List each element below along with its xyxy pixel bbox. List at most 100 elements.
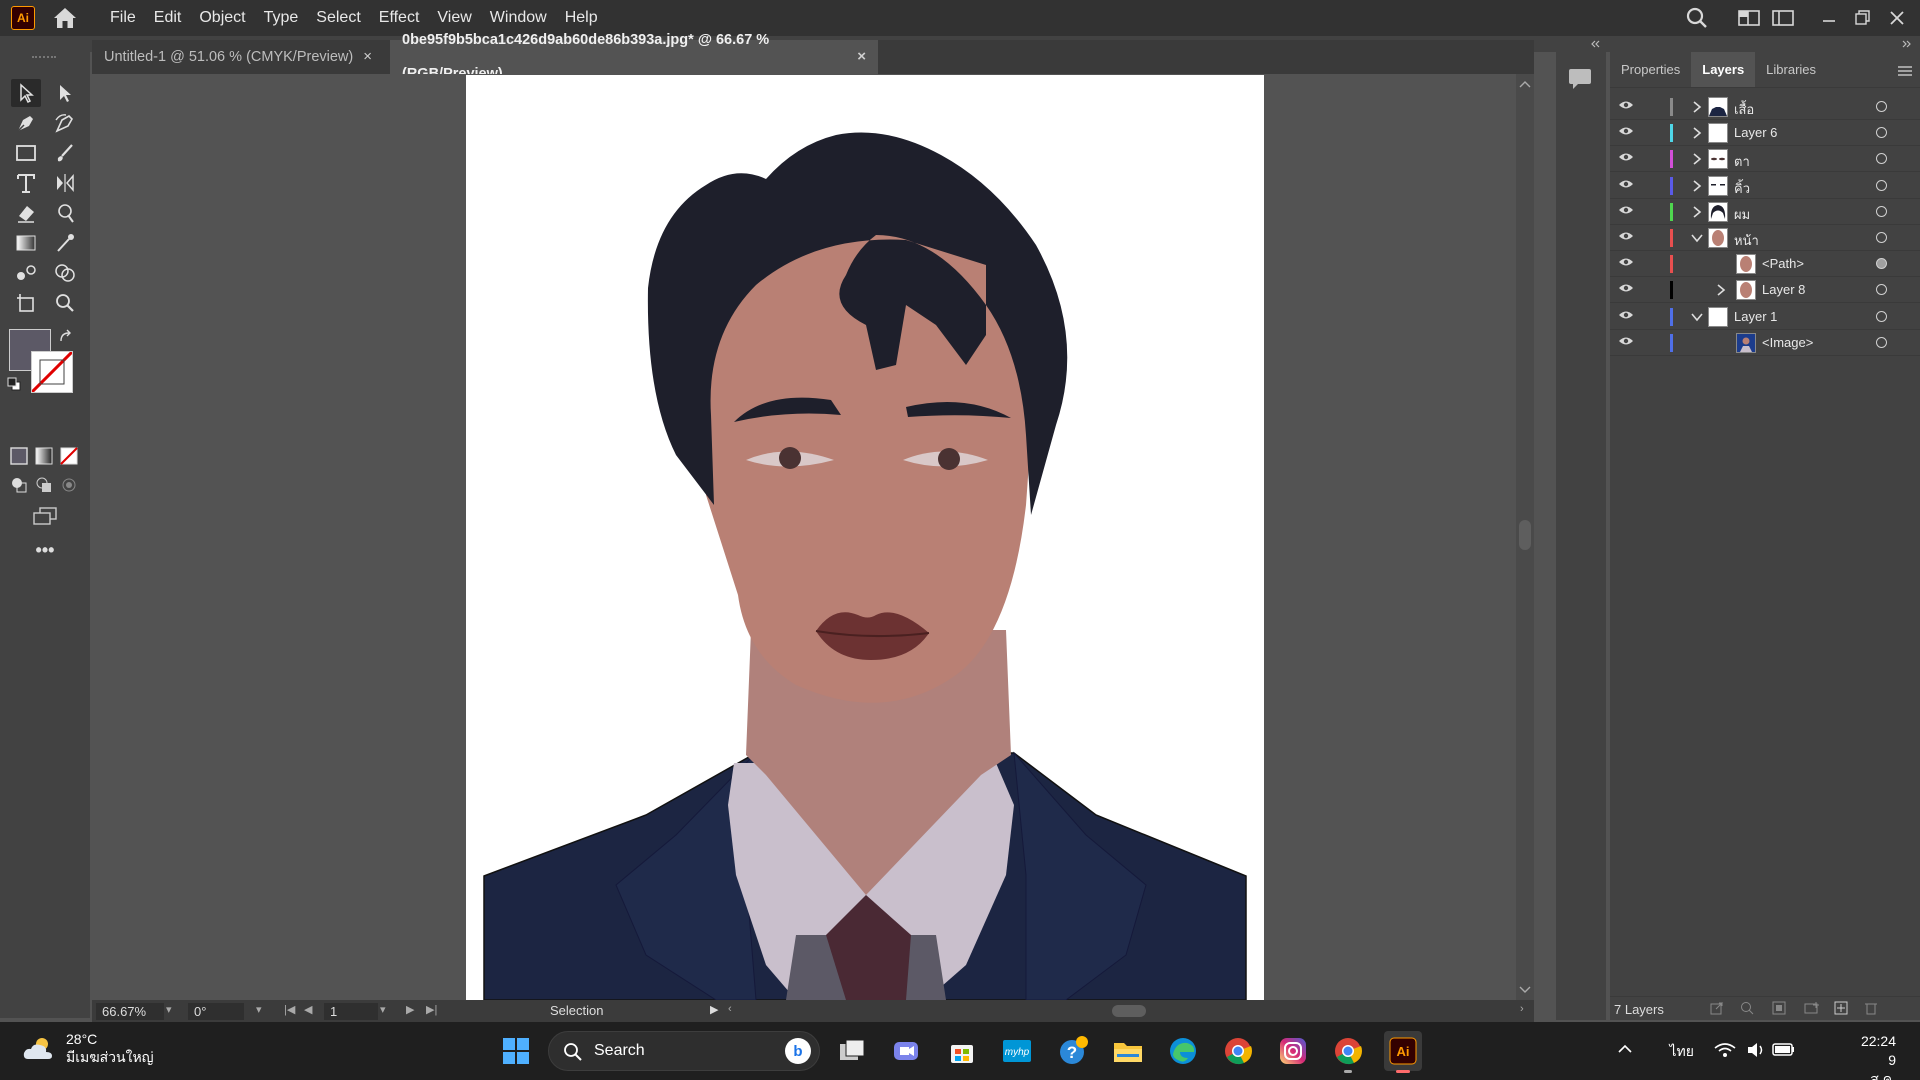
menu-select[interactable]: Select [307, 0, 369, 36]
swap-fill-stroke-icon[interactable] [56, 327, 76, 347]
tab-untitled-1[interactable]: Untitled-1 @ 51.06 % (CMYK/Preview) × [92, 40, 390, 74]
gradient-tool-icon[interactable] [11, 229, 41, 257]
rectangle-tool-icon[interactable] [11, 139, 41, 167]
volume-icon[interactable] [1746, 1041, 1766, 1059]
panel-menu-icon[interactable] [1898, 64, 1912, 81]
bing-icon[interactable]: b [785, 1038, 811, 1064]
layer-row[interactable]: Layer 8 [1610, 277, 1920, 304]
weather-widget[interactable]: 28°C มีเมฆส่วนใหญ่ [22, 1030, 154, 1066]
visibility-eye-icon[interactable] [1618, 309, 1634, 324]
last-artboard-icon[interactable]: ▶| [426, 1003, 437, 1016]
scroll-left-icon[interactable]: ‹ [728, 1003, 732, 1015]
layer-row[interactable]: <Image> [1610, 330, 1920, 356]
search-icon[interactable] [1680, 0, 1714, 36]
visibility-eye-icon[interactable] [1618, 151, 1634, 166]
tab-libraries[interactable]: Libraries [1755, 52, 1827, 87]
new-sublayer-icon[interactable] [1804, 1001, 1820, 1018]
chevron-right-icon[interactable] [1690, 152, 1704, 166]
layer-row[interactable]: Layer 6 [1610, 120, 1920, 147]
previous-artboard-icon[interactable]: ◀ [304, 1003, 312, 1016]
tab-active-document[interactable]: 0be95f9b5bca1c426d9ab60de86b393a.jpg* @ … [390, 32, 878, 82]
screen-mode-icon[interactable] [29, 504, 61, 530]
scroll-down-icon[interactable] [1519, 986, 1531, 994]
artboard-number-field[interactable]: 1 [324, 1003, 378, 1020]
selection-tool-icon[interactable] [11, 79, 41, 107]
layer-row[interactable]: ผม [1610, 199, 1920, 225]
menu-type[interactable]: Type [255, 0, 308, 36]
chevron-right-icon[interactable] [1690, 179, 1704, 193]
edge-browser-icon[interactable] [1167, 1035, 1199, 1067]
shape-builder-tool-icon[interactable] [50, 259, 80, 287]
reflect-tool-icon[interactable] [50, 169, 80, 197]
chevron-right-icon[interactable] [1690, 126, 1704, 140]
scrollbar-thumb[interactable] [1519, 520, 1531, 550]
restore-icon[interactable] [1846, 0, 1880, 36]
visibility-eye-icon[interactable] [1618, 230, 1634, 245]
horizontal-scrollbar-thumb[interactable] [1112, 1005, 1146, 1017]
menu-edit[interactable]: Edit [145, 0, 191, 36]
chevron-right-icon[interactable] [1690, 205, 1704, 219]
chevron-down-icon[interactable] [1690, 231, 1704, 245]
tab-layers[interactable]: Layers [1691, 52, 1756, 87]
zoom-dropdown-icon[interactable]: ▾ [166, 1003, 172, 1016]
paintbrush-tool-icon[interactable] [50, 139, 80, 167]
chevron-right-icon[interactable] [1714, 283, 1728, 297]
target-circle-icon[interactable] [1876, 127, 1887, 139]
draw-normal-icon[interactable] [6, 472, 32, 498]
zoom-field[interactable]: 66.67% [96, 1003, 164, 1020]
zoom-tool-icon[interactable] [50, 289, 80, 317]
status-menu-icon[interactable]: ▶ [710, 1003, 718, 1016]
visibility-eye-icon[interactable] [1618, 178, 1634, 193]
layer-row[interactable]: Layer 1 [1610, 304, 1920, 330]
chrome-profile-icon[interactable] [1332, 1035, 1364, 1073]
default-fill-stroke-icon[interactable] [4, 374, 24, 394]
puppet-warp-tool-icon[interactable] [50, 199, 80, 227]
none-mode-icon[interactable] [56, 443, 82, 469]
gradient-mode-icon[interactable] [31, 443, 57, 469]
close-tab-icon[interactable]: × [857, 40, 866, 74]
target-circle-icon[interactable] [1876, 101, 1887, 112]
target-circle-icon[interactable] [1876, 310, 1887, 322]
vertical-scrollbar[interactable] [1516, 74, 1534, 1000]
visibility-eye-icon[interactable] [1618, 282, 1634, 297]
instagram-icon[interactable] [1277, 1035, 1309, 1067]
clipping-mask-icon[interactable] [1772, 1001, 1786, 1018]
draw-inside-icon[interactable] [56, 472, 82, 498]
myhp-icon[interactable]: myhp [1001, 1035, 1033, 1067]
visibility-eye-icon[interactable] [1618, 256, 1634, 271]
expand-right-icon[interactable] [1902, 40, 1912, 48]
arrange-documents-icon[interactable] [1732, 0, 1766, 36]
stroke-color-swatch[interactable] [31, 351, 73, 393]
chrome-browser-icon[interactable] [1222, 1035, 1254, 1067]
artboard[interactable] [466, 75, 1264, 1000]
layer-row[interactable]: <Path> [1610, 251, 1920, 278]
chevron-right-icon[interactable] [1690, 100, 1704, 114]
draw-behind-icon[interactable] [31, 472, 57, 498]
locate-object-icon[interactable] [1740, 1001, 1754, 1018]
illustrator-taskbar-icon[interactable]: Ai [1384, 1031, 1422, 1073]
target-circle-icon[interactable] [1876, 258, 1887, 270]
eraser-tool-icon[interactable] [11, 199, 41, 227]
teams-chat-icon[interactable] [890, 1035, 922, 1067]
close-tab-icon[interactable]: × [363, 40, 372, 74]
target-circle-icon[interactable] [1876, 284, 1887, 296]
layer-row[interactable]: ตา [1610, 146, 1920, 173]
panel-grip[interactable] [32, 56, 56, 60]
rotation-dropdown-icon[interactable]: ▾ [256, 1003, 262, 1016]
blend-tool-icon[interactable] [11, 259, 41, 287]
delete-layer-icon[interactable] [1864, 1001, 1878, 1018]
chevron-down-icon[interactable] [1690, 310, 1704, 324]
new-layer-icon[interactable] [1834, 1001, 1848, 1018]
scroll-up-icon[interactable] [1519, 80, 1531, 88]
canvas-area[interactable] [92, 74, 1534, 1000]
comments-icon[interactable] [1568, 68, 1592, 94]
workspace-switcher-icon[interactable] [1766, 0, 1800, 36]
visibility-eye-icon[interactable] [1618, 335, 1634, 350]
next-artboard-icon[interactable]: ▶ [406, 1003, 414, 1016]
layer-row[interactable]: เสื้อ [1610, 94, 1920, 120]
direct-selection-tool-icon[interactable] [50, 79, 80, 107]
target-circle-icon[interactable] [1876, 336, 1887, 348]
visibility-eye-icon[interactable] [1618, 204, 1634, 219]
layer-row[interactable]: หน้า [1610, 225, 1920, 251]
clock[interactable]: 22:24 9 ส.ค. 2566 [1861, 1032, 1896, 1080]
